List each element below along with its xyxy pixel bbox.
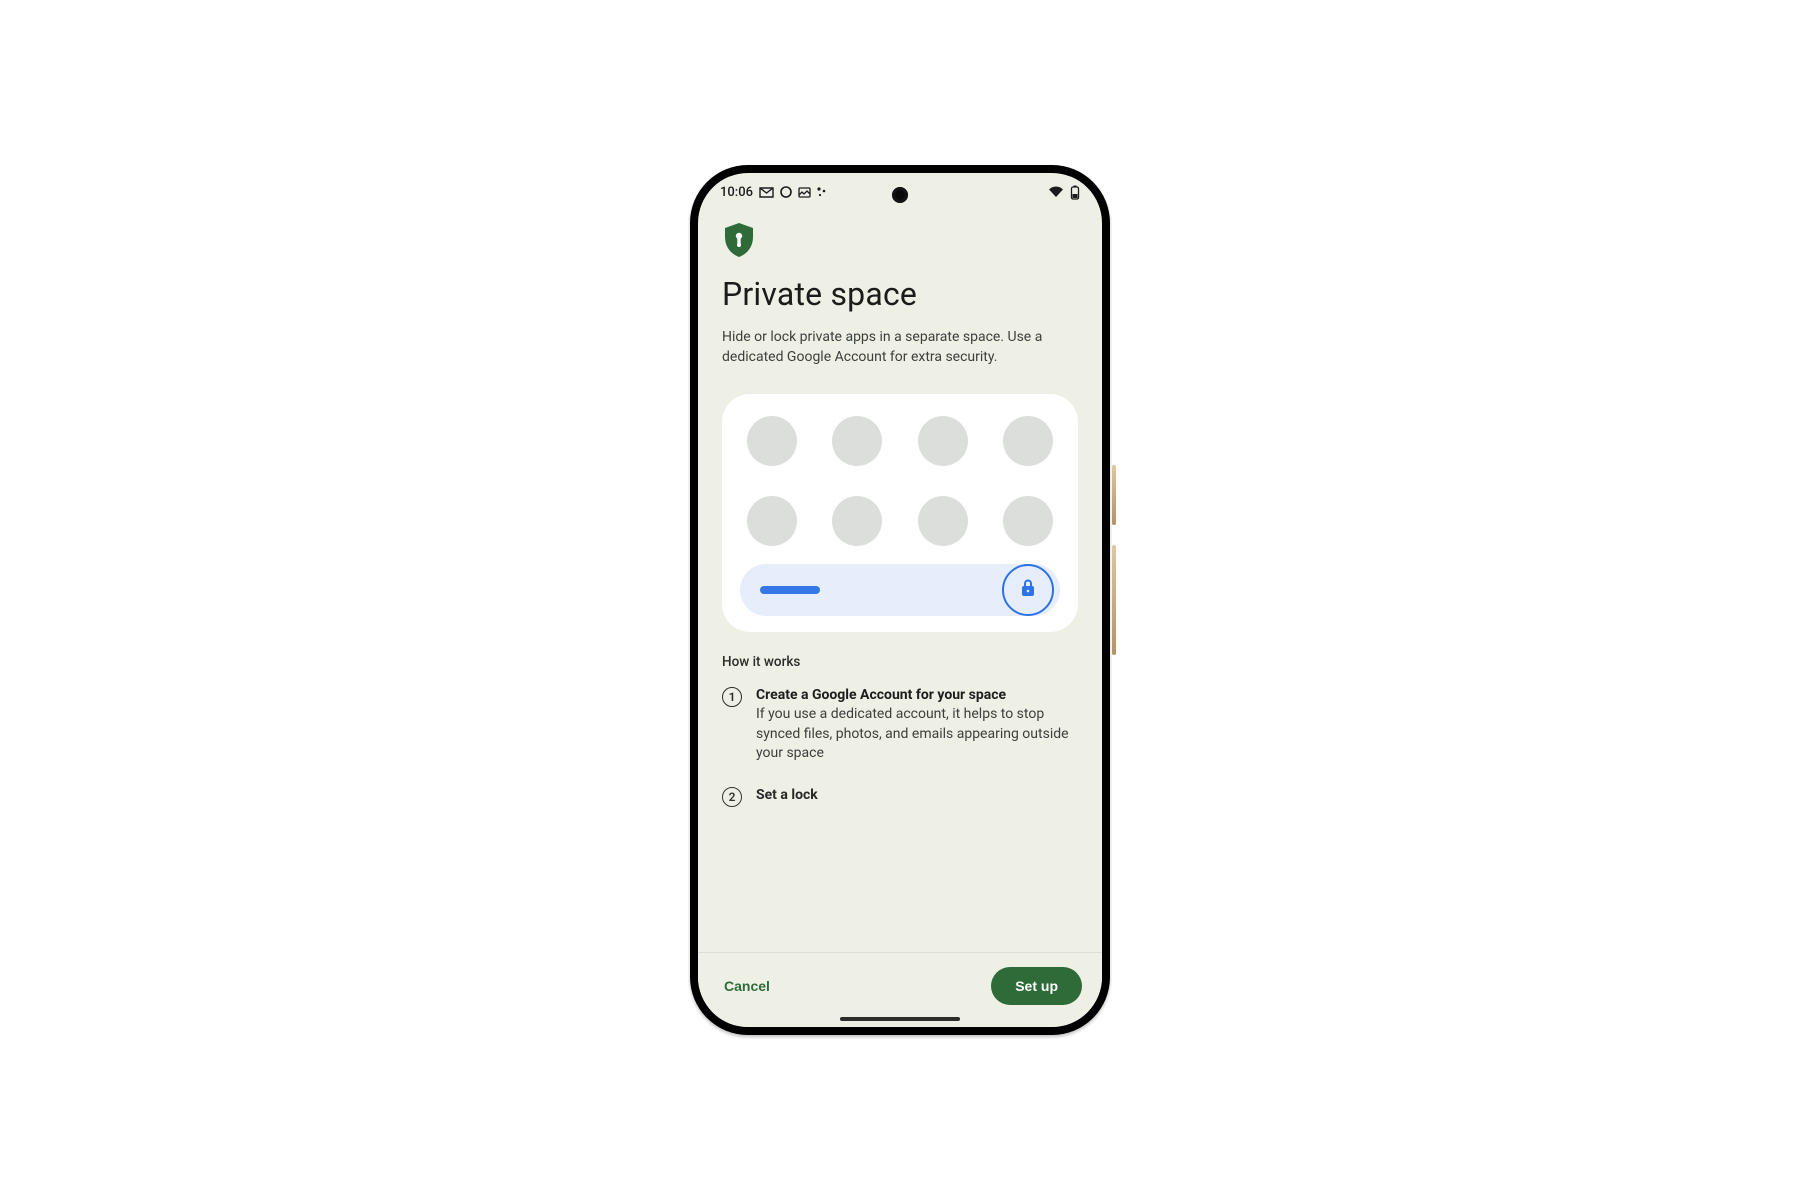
phone-frame: 10:06 [690,165,1110,1035]
side-button-bottom [1112,545,1116,655]
lock-toggle[interactable] [1002,564,1054,616]
step-body-text: If you use a dedicated account, it helps… [756,705,1078,764]
image-icon [798,187,811,198]
pill-label-placeholder [760,586,820,594]
side-button-top [1112,465,1116,525]
gesture-nav-handle[interactable] [840,1017,960,1021]
content-area[interactable]: Private space Hide or lock private apps … [698,211,1102,952]
circle-icon [780,186,792,198]
dots-icon [817,187,827,197]
app-placeholder [747,416,797,466]
wifi-icon [1048,186,1064,198]
step-number-badge: 2 [722,787,742,807]
how-it-works-label: How it works [722,654,1078,670]
step-1: 1 Create a Google Account for your space… [722,686,1078,764]
battery-icon [1070,185,1080,200]
step-heading: Create a Google Account for your space [756,686,1078,706]
step-heading: Set a lock [756,786,818,806]
gmail-icon [759,187,774,198]
phone-screen: 10:06 [698,173,1102,1027]
front-camera [892,187,908,203]
app-placeholder-grid [740,412,1060,564]
app-placeholder [832,496,882,546]
bottom-action-bar: Cancel Set up [698,952,1102,1027]
private-space-shield-icon [722,221,756,259]
step-2: 2 Set a lock [722,786,1078,807]
app-placeholder [747,496,797,546]
private-space-pill [740,564,1060,616]
app-placeholder [832,416,882,466]
app-placeholder [918,496,968,546]
illustration-card [722,394,1078,632]
step-number-badge: 1 [722,687,742,707]
setup-button[interactable]: Set up [991,967,1082,1005]
status-time: 10:06 [720,185,753,200]
cancel-button[interactable]: Cancel [718,970,776,1002]
app-placeholder [918,416,968,466]
page-title: Private space [722,275,1078,313]
app-placeholder [1003,416,1053,466]
app-placeholder [1003,496,1053,546]
page-description: Hide or lock private apps in a separate … [722,327,1062,368]
lock-icon [1018,577,1038,603]
